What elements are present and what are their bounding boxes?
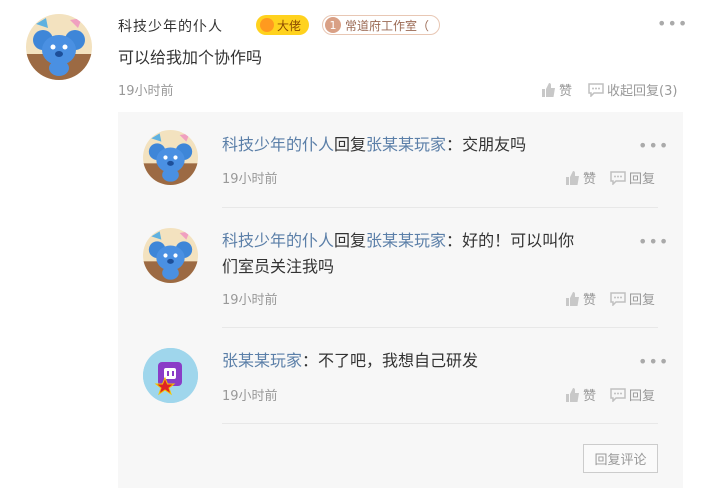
reply-like-label-1: 赞 — [583, 172, 597, 187]
crown-icon — [260, 18, 274, 32]
reply-body-3: 不了吧，我想自己研发 — [318, 351, 479, 370]
reply-like-button-3[interactable]: 赞 — [565, 385, 596, 404]
reply-time-1: 19小时前 — [222, 172, 278, 187]
reply-like-label-2: 赞 — [583, 293, 597, 308]
comment-bubble-icon — [610, 291, 626, 306]
comment-bubble-icon — [610, 387, 626, 402]
main-comment-text: 可以给我加个协作吗 — [118, 48, 263, 67]
reply-reply-label-1: 回复 — [629, 172, 656, 187]
collapse-replies-label: 收起回复(3) — [607, 84, 678, 99]
more-dots-icon[interactable]: ••• — [638, 352, 669, 371]
main-like-button[interactable]: 赞 — [541, 80, 572, 99]
reply-comment-button[interactable]: 回复评论 — [583, 444, 658, 473]
reply-text-2: 科技少年的仆人回复张某某玩家：好的！可以叫你 们室员关注我吗 — [222, 228, 574, 280]
reply-reply-button-3[interactable]: 回复 — [610, 385, 655, 404]
level-badge[interactable]: 大佬 — [256, 15, 310, 35]
reply-author-1[interactable]: 科技少年的仆人 — [222, 135, 334, 154]
collapse-replies-button[interactable]: 收起回复(3) — [588, 80, 677, 99]
reply-like-button-1[interactable]: 赞 — [565, 168, 596, 187]
reply-like-button-2[interactable]: 赞 — [565, 289, 596, 308]
reply-colon-1: ： — [446, 135, 463, 154]
reply-divider — [222, 207, 658, 208]
thumb-up-icon — [542, 82, 555, 97]
reply-time-2: 19小时前 — [222, 293, 278, 308]
thumb-up-icon — [566, 291, 579, 306]
main-comment-time: 19小时前 — [118, 84, 174, 99]
reply-word-1: 回复 — [334, 135, 367, 154]
reply-colon-3: ： — [302, 351, 319, 370]
reply-divider — [222, 423, 658, 424]
reply-avatar-3[interactable] — [143, 348, 198, 403]
reply-body-2-line2: 们室员关注我吗 — [222, 257, 335, 276]
more-dots-icon[interactable]: ••• — [638, 136, 669, 155]
reply-time-3: 19小时前 — [222, 389, 278, 404]
reply-reply-label-2: 回复 — [629, 293, 656, 308]
level-badge-label: 大佬 — [277, 18, 302, 33]
reply-author-2[interactable]: 科技少年的仆人 — [222, 231, 334, 250]
more-dots-icon[interactable]: ••• — [638, 232, 669, 251]
main-avatar[interactable] — [26, 14, 92, 80]
main-username[interactable]: 科技少年的仆人 — [118, 16, 223, 36]
fans-badge[interactable]: 1 常道府工作室（ — [322, 15, 440, 35]
reply-like-label-3: 赞 — [583, 389, 597, 404]
reply-body-1: 交朋友吗 — [462, 135, 527, 154]
replies-panel — [118, 112, 683, 488]
reply-reply-button-1[interactable]: 回复 — [610, 168, 655, 187]
thumb-up-icon — [566, 170, 579, 185]
reply-text-1: 科技少年的仆人回复张某某玩家：交朋友吗 — [222, 132, 526, 158]
reply-reply-label-3: 回复 — [629, 389, 656, 404]
more-dots-icon[interactable]: ••• — [657, 14, 688, 33]
reply-target-1[interactable]: 张某某玩家 — [366, 135, 446, 154]
reply-word-2: 回复 — [334, 231, 367, 250]
reply-colon-2: ： — [446, 231, 463, 250]
comment-bubble-icon — [610, 170, 626, 185]
fans-badge-number: 1 — [325, 17, 341, 33]
reply-body-2-line1: 好的！可以叫你 — [462, 231, 575, 250]
reply-avatar-2[interactable] — [143, 228, 198, 283]
comment-bubble-icon — [588, 82, 604, 97]
reply-author-3[interactable]: 张某某玩家 — [222, 351, 302, 370]
reply-avatar-1[interactable] — [143, 130, 198, 185]
thumb-up-icon — [566, 387, 579, 402]
main-like-label: 赞 — [559, 84, 573, 99]
reply-text-3: 张某某玩家：不了吧，我想自己研发 — [222, 348, 478, 374]
fans-badge-label: 常道府工作室（ — [345, 18, 430, 33]
reply-reply-button-2[interactable]: 回复 — [610, 289, 655, 308]
reply-target-2[interactable]: 张某某玩家 — [366, 231, 446, 250]
reply-divider — [222, 327, 658, 328]
